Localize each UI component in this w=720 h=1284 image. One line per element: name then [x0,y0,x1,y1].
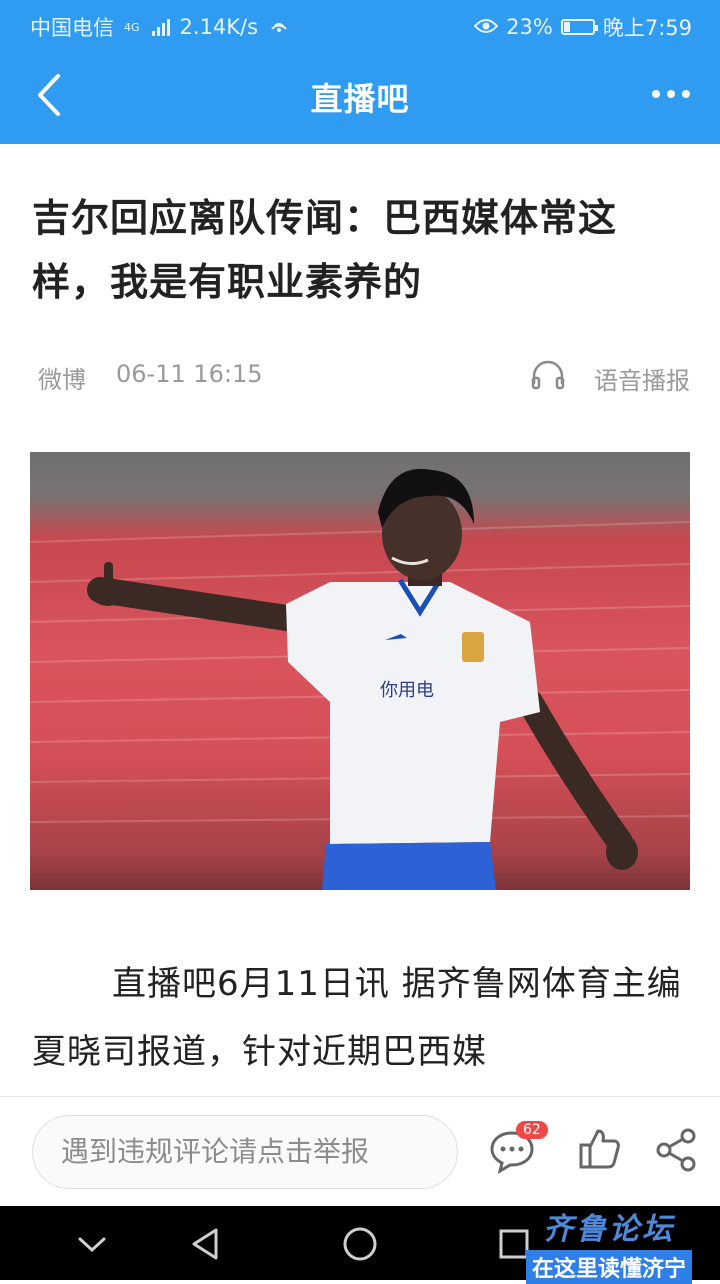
watermark-slogan: 在这里读懂济宁 [525,1250,692,1284]
svg-text:你用电: 你用电 [380,680,434,701]
watermark-title: 齐鲁论坛 [543,1212,675,1247]
bottom-action-bar: 遇到违规评论请点击举报 62 [0,1096,720,1207]
signal-icon [151,18,170,36]
audio-label: 语音播报 [594,366,690,395]
audio-broadcast-button[interactable]: 语音播报 [530,360,690,396]
share-button[interactable] [654,1127,698,1173]
article-source: 微博 [38,366,86,394]
status-bar: 中国电信 4G 2.14K/s 23% 晚上7:59 [0,0,720,48]
circle-home-icon [343,1227,377,1261]
article-meta: 微博 06-11 16:15 [38,360,263,395]
more-button[interactable] [652,82,702,106]
clock: 晚上7:59 [602,16,692,40]
app-title: 直播吧 [310,80,410,118]
headphones-icon [530,360,566,396]
status-left: 中国电信 4G 2.14K/s [30,12,290,42]
battery-percent: 23% [506,15,553,39]
nav-collapse-button[interactable] [72,1224,112,1264]
nav-back-button[interactable] [186,1224,226,1264]
forum-watermark: 齐鲁论坛 在这里读懂济宁 [504,1204,714,1284]
battery-icon [560,19,598,35]
hotspot-icon [268,15,290,40]
article-body: 直播吧6月11日讯 据齐鲁网体育主编夏晓司报道，针对近期巴西媒 [32,950,692,1086]
article-paragraph: 直播吧6月11日讯 据齐鲁网体育主编夏晓司报道，针对近期巴西媒 [32,964,682,1072]
triangle-back-icon [192,1228,218,1260]
player-photo: 你用电 [30,468,690,890]
network-speed: 2.14K/s [179,15,259,39]
article-photo: 你用电 [30,452,690,890]
comment-count-badge: 62 [516,1121,548,1139]
thumbs-up-icon [579,1129,620,1169]
report-comment-input[interactable]: 遇到违规评论请点击举报 [32,1115,458,1189]
network-type: 4G [124,20,140,34]
share-icon [656,1128,696,1172]
app-bar: 直播吧 [0,48,720,144]
more-dots-icon [652,90,660,98]
article-datetime: 06-11 16:15 [116,360,263,388]
like-button[interactable] [576,1125,624,1173]
nav-home-button[interactable] [340,1224,380,1264]
carrier-label: 中国电信 [30,16,114,40]
chevron-down-icon [78,1237,106,1253]
eye-icon [473,15,499,39]
article-headline: 吉尔回应离队传闻：巴西媒体常这样，我是有职业素养的 [32,196,618,304]
status-right: 23% 晚上7:59 [473,12,692,42]
